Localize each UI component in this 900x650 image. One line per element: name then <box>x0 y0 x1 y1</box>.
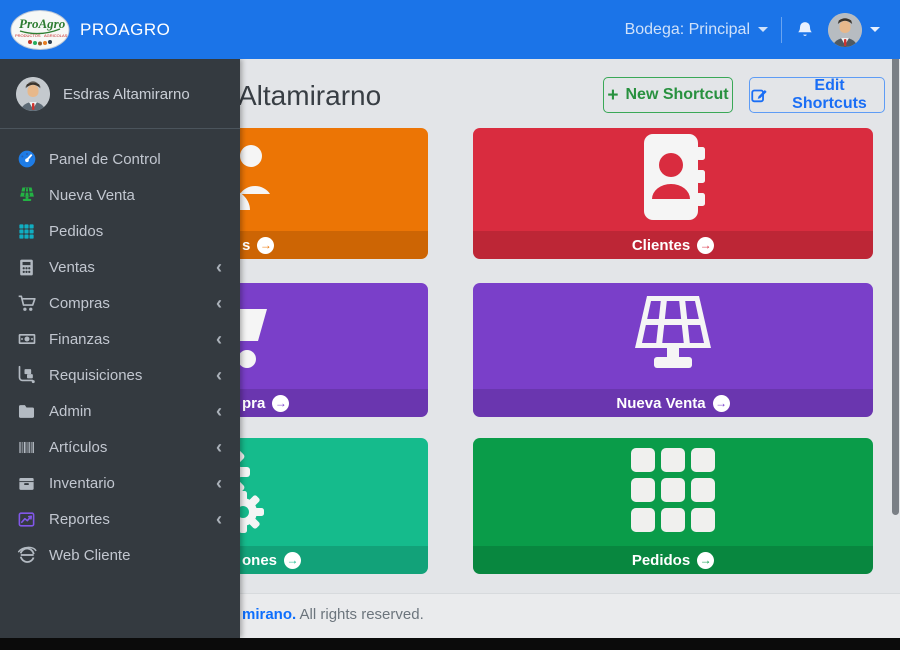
sidebar-item-label: Pedidos <box>49 223 228 240</box>
edit-pencil-icon <box>750 86 768 104</box>
footer-rights-text: All rights reserved. <box>300 606 424 623</box>
cart-icon <box>16 293 37 314</box>
arrow-circle-icon: → <box>257 237 274 254</box>
dolly-icon <box>16 365 37 386</box>
sidebar: Esdras Altamirarno Panel de Control <box>0 59 240 638</box>
svg-text:PRODUCTOS: PRODUCTOS <box>15 33 41 38</box>
chevron-left-icon: ‹ <box>216 510 228 528</box>
grid-th-icon <box>631 448 715 537</box>
money-bill-icon <box>16 329 37 350</box>
chevron-left-icon: ‹ <box>216 258 228 276</box>
sidebar-item-label: Nueva Venta <box>49 187 228 204</box>
sidebar-item-label: Finanzas <box>49 331 204 348</box>
arrow-circle-icon: → <box>697 552 714 569</box>
tile-label: Nueva Venta <box>616 395 705 412</box>
barcode-icon <box>16 437 37 458</box>
folder-icon <box>16 401 37 422</box>
address-book-icon <box>628 131 718 228</box>
sidebar-item-panel-de-control[interactable]: Panel de Control <box>0 141 240 177</box>
user-menu-dropdown[interactable] <box>828 13 880 47</box>
bodega-dropdown[interactable]: Bodega: Principal <box>625 21 768 39</box>
gauge-icon <box>16 149 37 170</box>
plus-icon: + <box>607 86 618 105</box>
chevron-left-icon: ‹ <box>216 402 228 420</box>
shortcut-tile-nueva-venta[interactable]: Nueva Venta → <box>473 283 873 417</box>
tile-label-fragment: pra <box>242 395 265 412</box>
calculator-icon <box>16 257 37 278</box>
cash-register-icon <box>16 185 37 206</box>
sidebar-user-panel[interactable]: Esdras Altamirarno <box>0 59 240 129</box>
arrow-circle-icon: → <box>284 552 301 569</box>
edit-shortcuts-label: Edit Shortcuts <box>775 77 884 113</box>
chevron-left-icon: ‹ <box>216 438 228 456</box>
navbar-divider <box>781 17 782 43</box>
chevron-left-icon: ‹ <box>216 330 228 348</box>
arrow-circle-icon: → <box>697 237 714 254</box>
sidebar-menu: Panel de Control Nueva Venta <box>0 129 240 573</box>
sidebar-item-web-cliente[interactable]: Web Cliente <box>0 537 240 573</box>
chevron-down-icon <box>758 27 768 32</box>
sidebar-user-name: Esdras Altamirarno <box>63 86 190 103</box>
navbar-avatar <box>828 13 862 47</box>
chevron-left-icon: ‹ <box>216 474 228 492</box>
arrow-circle-icon: → <box>272 395 289 412</box>
sidebar-item-nueva-venta[interactable]: Nueva Venta <box>0 177 240 213</box>
sidebar-item-label: Web Cliente <box>49 547 228 564</box>
tile-label-fragment: s <box>242 237 250 254</box>
sidebar-item-label: Panel de Control <box>49 151 228 168</box>
sidebar-item-label: Artículos <box>49 439 204 456</box>
sidebar-item-pedidos[interactable]: Pedidos <box>0 213 240 249</box>
sidebar-item-ventas[interactable]: Ventas ‹ <box>0 249 240 285</box>
sidebar-item-reportes[interactable]: Reportes ‹ <box>0 501 240 537</box>
svg-text:AGRICOLAS: AGRICOLAS <box>44 33 68 38</box>
grid-icon <box>16 221 37 242</box>
sidebar-item-admin[interactable]: Admin ‹ <box>0 393 240 429</box>
sidebar-item-label: Ventas <box>49 259 204 276</box>
box-icon <box>16 473 37 494</box>
sidebar-item-inventario[interactable]: Inventario ‹ <box>0 465 240 501</box>
sidebar-item-label: Requisiciones <box>49 367 204 384</box>
welcome-heading: Altamirarno <box>238 80 381 112</box>
chevron-left-icon: ‹ <box>216 294 228 312</box>
chart-line-icon <box>16 509 37 530</box>
brand-link[interactable]: ProAgro PRODUCTOS AGRICOLAS PROAGRO <box>0 0 240 59</box>
sidebar-item-compras[interactable]: Compras ‹ <box>0 285 240 321</box>
arrow-circle-icon: → <box>713 395 730 412</box>
brand-name: PROAGRO <box>80 20 170 40</box>
sidebar-item-articulos[interactable]: Artículos ‹ <box>0 429 240 465</box>
tile-label: Pedidos <box>632 552 690 569</box>
chevron-down-icon <box>870 27 880 32</box>
shortcut-tile-pedidos[interactable]: Pedidos → <box>473 438 873 574</box>
shortcut-tile-clientes[interactable]: Clientes → <box>473 128 873 259</box>
sidebar-item-label: Admin <box>49 403 204 420</box>
ie-browser-icon <box>16 545 37 566</box>
chevron-left-icon: ‹ <box>216 366 228 384</box>
sidebar-item-requisiciones[interactable]: Requisiciones ‹ <box>0 357 240 393</box>
sidebar-item-label: Compras <box>49 295 204 312</box>
proagro-logo: ProAgro PRODUCTOS AGRICOLAS <box>10 9 70 51</box>
new-shortcut-label: New Shortcut <box>625 86 728 104</box>
sidebar-item-finanzas[interactable]: Finanzas ‹ <box>0 321 240 357</box>
edit-shortcuts-button[interactable]: Edit Shortcuts <box>749 77 885 113</box>
bottom-black-strip <box>0 638 900 650</box>
tile-label: Clientes <box>632 237 690 254</box>
notifications-bell-icon[interactable] <box>795 20 815 40</box>
footer-copyright-link[interactable]: mirano. <box>242 606 296 623</box>
tile-label-fragment: ones <box>242 552 277 569</box>
cash-register-icon <box>621 290 725 383</box>
new-shortcut-button[interactable]: + New Shortcut <box>603 77 733 113</box>
bodega-label: Bodega: Principal <box>625 21 750 39</box>
sidebar-item-label: Reportes <box>49 511 204 528</box>
sidebar-item-label: Inventario <box>49 475 204 492</box>
sidebar-scrollbar-thumb[interactable] <box>892 3 899 515</box>
user-avatar <box>16 77 50 111</box>
top-navbar: ProAgro PRODUCTOS AGRICOLAS PROAGRO Bode… <box>0 0 900 59</box>
